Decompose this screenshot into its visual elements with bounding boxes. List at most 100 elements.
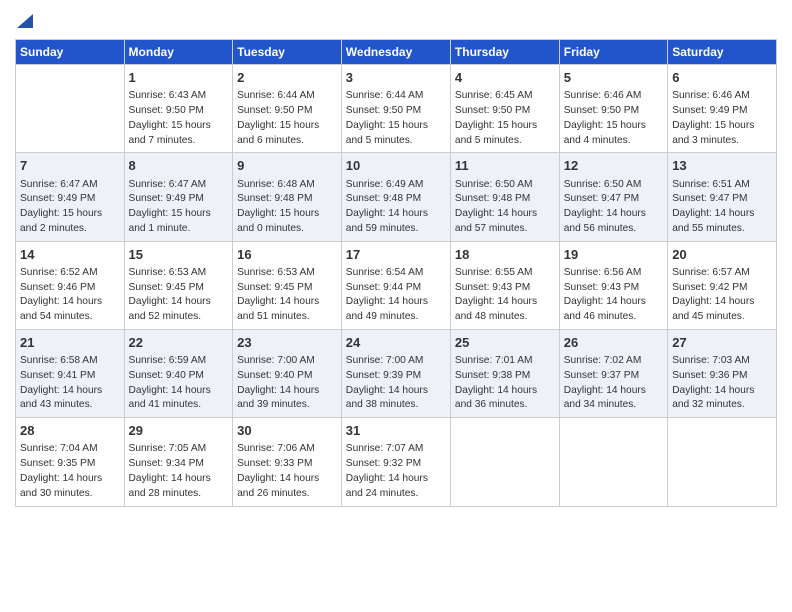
calendar-day-cell: [559, 418, 667, 506]
day-number: 10: [346, 157, 446, 175]
day-number: 1: [129, 69, 229, 87]
day-info: Sunrise: 6:50 AM Sunset: 9:48 PM Dayligh…: [455, 178, 555, 237]
calendar-day-cell: 10 Sunrise: 6:49 AM Sunset: 9:48 PM Dayli…: [341, 153, 450, 241]
day-number: 29: [129, 422, 229, 440]
day-number: 7: [20, 157, 120, 175]
calendar-week-row: 7 Sunrise: 6:47 AM Sunset: 9:49 PM Daylig…: [16, 153, 777, 241]
day-info: Sunrise: 7:06 AM Sunset: 9:33 PM Dayligh…: [237, 442, 337, 501]
calendar-day-cell: 17 Sunrise: 6:54 AM Sunset: 9:44 PM Dayli…: [341, 241, 450, 329]
day-info: Sunrise: 6:55 AM Sunset: 9:43 PM Dayligh…: [455, 266, 555, 325]
calendar-day-cell: 9 Sunrise: 6:48 AM Sunset: 9:48 PM Daylig…: [233, 153, 342, 241]
calendar-table: SundayMondayTuesdayWednesdayThursdayFrid…: [15, 39, 777, 507]
day-number: 21: [20, 334, 120, 352]
day-number: 19: [564, 246, 663, 264]
calendar-day-cell: 11 Sunrise: 6:50 AM Sunset: 9:48 PM Dayli…: [450, 153, 559, 241]
day-number: 8: [129, 157, 229, 175]
day-info: Sunrise: 6:49 AM Sunset: 9:48 PM Dayligh…: [346, 178, 446, 237]
day-number: 9: [237, 157, 337, 175]
calendar-week-row: 14 Sunrise: 6:52 AM Sunset: 9:46 PM Dayli…: [16, 241, 777, 329]
logo: [15, 10, 33, 33]
calendar-day-cell: 12 Sunrise: 6:50 AM Sunset: 9:47 PM Dayli…: [559, 153, 667, 241]
day-number: 23: [237, 334, 337, 352]
calendar-week-row: 21 Sunrise: 6:58 AM Sunset: 9:41 PM Dayli…: [16, 329, 777, 417]
calendar-day-cell: 30 Sunrise: 7:06 AM Sunset: 9:33 PM Dayli…: [233, 418, 342, 506]
calendar-day-cell: 21 Sunrise: 6:58 AM Sunset: 9:41 PM Dayli…: [16, 329, 125, 417]
day-number: 3: [346, 69, 446, 87]
day-number: 30: [237, 422, 337, 440]
day-info: Sunrise: 6:57 AM Sunset: 9:42 PM Dayligh…: [672, 266, 772, 325]
day-info: Sunrise: 7:00 AM Sunset: 9:40 PM Dayligh…: [237, 354, 337, 413]
day-info: Sunrise: 7:05 AM Sunset: 9:34 PM Dayligh…: [129, 442, 229, 501]
calendar-day-cell: 28 Sunrise: 7:04 AM Sunset: 9:35 PM Dayli…: [16, 418, 125, 506]
calendar-day-cell: [668, 418, 777, 506]
calendar-day-cell: 23 Sunrise: 7:00 AM Sunset: 9:40 PM Dayli…: [233, 329, 342, 417]
day-info: Sunrise: 6:47 AM Sunset: 9:49 PM Dayligh…: [20, 178, 120, 237]
calendar-day-cell: 8 Sunrise: 6:47 AM Sunset: 9:49 PM Daylig…: [124, 153, 233, 241]
weekday-header-friday: Friday: [559, 40, 667, 65]
day-number: 13: [672, 157, 772, 175]
header: [15, 10, 777, 33]
day-number: 6: [672, 69, 772, 87]
calendar-day-cell: 1 Sunrise: 6:43 AM Sunset: 9:50 PM Daylig…: [124, 65, 233, 153]
day-number: 4: [455, 69, 555, 87]
day-info: Sunrise: 6:44 AM Sunset: 9:50 PM Dayligh…: [346, 89, 446, 148]
day-number: 18: [455, 246, 555, 264]
calendar-day-cell: 7 Sunrise: 6:47 AM Sunset: 9:49 PM Daylig…: [16, 153, 125, 241]
calendar-day-cell: 29 Sunrise: 7:05 AM Sunset: 9:34 PM Dayli…: [124, 418, 233, 506]
day-number: 26: [564, 334, 663, 352]
day-number: 5: [564, 69, 663, 87]
calendar-day-cell: 24 Sunrise: 7:00 AM Sunset: 9:39 PM Dayli…: [341, 329, 450, 417]
logo-triangle-icon: [17, 10, 33, 28]
calendar-day-cell: 5Sunrise: 6:46 AM Sunset: 9:50 PM Daylig…: [559, 65, 667, 153]
day-info: Sunrise: 6:50 AM Sunset: 9:47 PM Dayligh…: [564, 178, 663, 237]
calendar-day-cell: 18 Sunrise: 6:55 AM Sunset: 9:43 PM Dayli…: [450, 241, 559, 329]
day-info: Sunrise: 6:59 AM Sunset: 9:40 PM Dayligh…: [129, 354, 229, 413]
day-number: 12: [564, 157, 663, 175]
calendar-day-cell: 22 Sunrise: 6:59 AM Sunset: 9:40 PM Dayli…: [124, 329, 233, 417]
day-info: Sunrise: 6:52 AM Sunset: 9:46 PM Dayligh…: [20, 266, 120, 325]
day-info: Sunrise: 7:03 AM Sunset: 9:36 PM Dayligh…: [672, 354, 772, 413]
calendar-day-cell: 31Sunrise: 7:07 AM Sunset: 9:32 PM Dayli…: [341, 418, 450, 506]
day-number: 16: [237, 246, 337, 264]
day-number: 28: [20, 422, 120, 440]
day-number: 25: [455, 334, 555, 352]
day-info: Sunrise: 6:44 AM Sunset: 9:50 PM Dayligh…: [237, 89, 337, 148]
calendar-day-cell: 19Sunrise: 6:56 AM Sunset: 9:43 PM Dayli…: [559, 241, 667, 329]
day-number: 24: [346, 334, 446, 352]
day-info: Sunrise: 6:58 AM Sunset: 9:41 PM Dayligh…: [20, 354, 120, 413]
calendar-day-cell: 4Sunrise: 6:45 AM Sunset: 9:50 PM Daylig…: [450, 65, 559, 153]
calendar-day-cell: 3 Sunrise: 6:44 AM Sunset: 9:50 PM Daylig…: [341, 65, 450, 153]
calendar-day-cell: 6Sunrise: 6:46 AM Sunset: 9:49 PM Daylig…: [668, 65, 777, 153]
calendar-day-cell: 13Sunrise: 6:51 AM Sunset: 9:47 PM Dayli…: [668, 153, 777, 241]
calendar-day-cell: 2 Sunrise: 6:44 AM Sunset: 9:50 PM Daylig…: [233, 65, 342, 153]
day-number: 2: [237, 69, 337, 87]
weekday-header-tuesday: Tuesday: [233, 40, 342, 65]
day-info: Sunrise: 6:48 AM Sunset: 9:48 PM Dayligh…: [237, 178, 337, 237]
calendar-day-cell: [16, 65, 125, 153]
day-number: 15: [129, 246, 229, 264]
day-number: 14: [20, 246, 120, 264]
calendar-day-cell: 14 Sunrise: 6:52 AM Sunset: 9:46 PM Dayli…: [16, 241, 125, 329]
day-number: 17: [346, 246, 446, 264]
calendar-day-cell: 15 Sunrise: 6:53 AM Sunset: 9:45 PM Dayli…: [124, 241, 233, 329]
calendar-day-cell: 25Sunrise: 7:01 AM Sunset: 9:38 PM Dayli…: [450, 329, 559, 417]
day-info: Sunrise: 6:43 AM Sunset: 9:50 PM Dayligh…: [129, 89, 229, 148]
day-info: Sunrise: 7:02 AM Sunset: 9:37 PM Dayligh…: [564, 354, 663, 413]
weekday-header-monday: Monday: [124, 40, 233, 65]
calendar-day-cell: 27Sunrise: 7:03 AM Sunset: 9:36 PM Dayli…: [668, 329, 777, 417]
weekday-header-row: SundayMondayTuesdayWednesdayThursdayFrid…: [16, 40, 777, 65]
day-number: 20: [672, 246, 772, 264]
calendar-week-row: 28 Sunrise: 7:04 AM Sunset: 9:35 PM Dayli…: [16, 418, 777, 506]
day-info: Sunrise: 6:53 AM Sunset: 9:45 PM Dayligh…: [237, 266, 337, 325]
day-info: Sunrise: 7:00 AM Sunset: 9:39 PM Dayligh…: [346, 354, 446, 413]
day-number: 11: [455, 157, 555, 175]
day-info: Sunrise: 6:53 AM Sunset: 9:45 PM Dayligh…: [129, 266, 229, 325]
day-info: Sunrise: 6:54 AM Sunset: 9:44 PM Dayligh…: [346, 266, 446, 325]
calendar-day-cell: 26 Sunrise: 7:02 AM Sunset: 9:37 PM Dayli…: [559, 329, 667, 417]
day-info: Sunrise: 6:47 AM Sunset: 9:49 PM Dayligh…: [129, 178, 229, 237]
day-number: 31: [346, 422, 446, 440]
calendar-day-cell: 20 Sunrise: 6:57 AM Sunset: 9:42 PM Dayli…: [668, 241, 777, 329]
day-number: 22: [129, 334, 229, 352]
day-info: Sunrise: 7:04 AM Sunset: 9:35 PM Dayligh…: [20, 442, 120, 501]
weekday-header-saturday: Saturday: [668, 40, 777, 65]
